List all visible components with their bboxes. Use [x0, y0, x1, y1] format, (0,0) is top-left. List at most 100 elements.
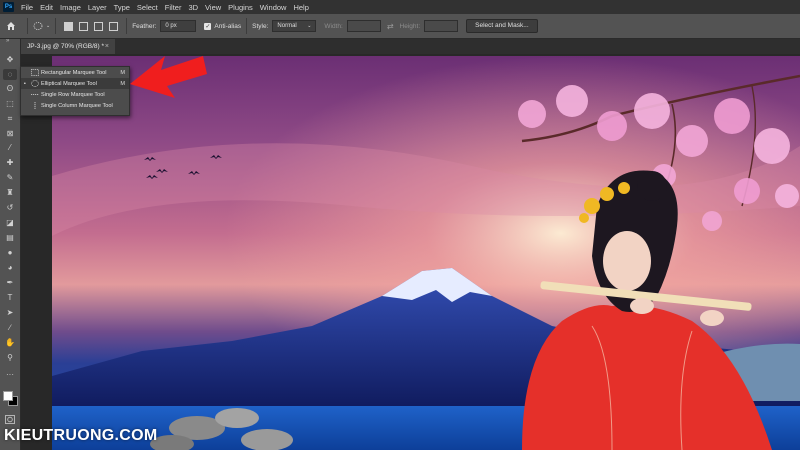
menu-select[interactable]: Select [135, 3, 163, 12]
chevron-down-icon: ⌄ [307, 23, 312, 29]
separator [126, 18, 128, 34]
crop-tool[interactable]: ⌗ [3, 113, 17, 124]
hand-tool[interactable]: ✋ [3, 337, 17, 348]
document-canvas[interactable] [52, 56, 800, 450]
rect-marquee-icon [31, 69, 39, 76]
marquee-tool[interactable]: ◌ [3, 69, 17, 80]
history-brush-tool-icon: ↺ [6, 203, 14, 212]
row-marquee-icon [31, 94, 39, 95]
column-marquee-icon [34, 102, 36, 109]
menu-filter[interactable]: Filter [163, 3, 187, 12]
dodge-tool[interactable]: ◕ [3, 262, 17, 273]
menu-plugins[interactable]: Plugins [226, 3, 258, 12]
history-brush-tool[interactable]: ↺ [3, 202, 17, 213]
zoom-tool[interactable]: ⚲ [3, 352, 17, 363]
separator [27, 18, 28, 34]
document-tab[interactable]: JP-3.jpg @ 70% (RGB/8) * × [21, 39, 115, 54]
menu-layer[interactable]: Layer [86, 3, 112, 12]
marquee-tool-icon: ◌ [7, 70, 13, 79]
flyout-item-label: Single Column Marquee Tool [41, 102, 113, 109]
flyout-item-label: Single Row Marquee Tool [41, 91, 105, 98]
menu-file[interactable]: File [19, 3, 38, 12]
lasso-tool[interactable]: ʘ [3, 83, 17, 94]
marquee-tool-flyout: Rectangular Marquee Tool M • Elliptical … [20, 66, 130, 116]
quick-mask-icon[interactable] [3, 414, 17, 425]
add-to-selection-icon[interactable] [79, 21, 89, 31]
frame-tool-icon: ⊠ [6, 129, 14, 138]
stamp-tool[interactable]: ♜ [3, 187, 17, 198]
brush-tool-icon: ✎ [6, 173, 14, 182]
tool-preset-picker[interactable]: ⌄ [33, 21, 50, 31]
flyout-item-single-row-marquee[interactable]: Single Row Marquee Tool [21, 89, 129, 100]
flyout-item-elliptical-marquee[interactable]: • Elliptical Marquee Tool M [21, 78, 129, 89]
flyout-item-label: Elliptical Marquee Tool [41, 80, 97, 87]
object-select-tool[interactable]: ⬚ [3, 98, 17, 109]
flyout-item-rectangular-marquee[interactable]: Rectangular Marquee Tool M [21, 67, 129, 78]
frame-tool[interactable]: ⊠ [3, 128, 17, 139]
eraser-tool[interactable]: ◪ [3, 217, 17, 228]
brush-tool[interactable]: ✎ [3, 172, 17, 183]
feather-input[interactable]: 0 px [160, 20, 197, 32]
style-select[interactable]: Normal ⌄ [272, 20, 317, 32]
menu-view[interactable]: View [203, 3, 226, 12]
watermark-text: KIEUTRUONG.COM [4, 427, 158, 444]
width-input[interactable] [346, 20, 381, 32]
close-icon[interactable]: × [105, 43, 109, 50]
document-tab-title: JP-3.jpg @ 70% (RGB/8) * [27, 43, 105, 50]
subtract-from-selection-icon[interactable] [94, 21, 104, 31]
height-label: Height: [399, 22, 421, 30]
blur-tool-icon: ● [7, 248, 13, 257]
more-tools-icon: ··· [6, 370, 14, 379]
type-tool-icon: T [7, 293, 13, 302]
zoom-tool-icon: ⚲ [7, 353, 13, 362]
separator [246, 18, 248, 34]
select-and-mask-button[interactable]: Select and Mask... [466, 19, 538, 33]
width-label: Width: [324, 22, 343, 30]
gradient-tool[interactable]: ▤ [3, 232, 17, 243]
new-selection-icon[interactable] [64, 21, 74, 31]
move-tool-icon: ✥ [6, 55, 14, 64]
move-tool[interactable]: ✥ [3, 54, 17, 65]
lasso-tool-icon: ʘ [6, 84, 14, 93]
blur-tool[interactable]: ● [3, 247, 17, 258]
type-tool[interactable]: T [3, 292, 17, 303]
separator [55, 18, 57, 34]
style-label: Style: [252, 22, 269, 30]
menu-bar: Ps File Edit Image Layer Type Select Fil… [0, 0, 800, 14]
line-tool-icon: ∕ [9, 323, 11, 332]
annotation-arrow-icon [130, 56, 207, 98]
menu-type[interactable]: Type [112, 3, 135, 12]
hand-tool-icon: ✋ [5, 338, 15, 347]
feather-label: Feather: [132, 22, 157, 30]
menu-image[interactable]: Image [58, 3, 86, 12]
swap-dimensions-icon[interactable]: ⇄ [387, 22, 394, 31]
more-tools[interactable]: ··· [3, 369, 17, 380]
antialias-label: Anti-alias [214, 22, 242, 30]
path-select-tool-icon: ➤ [6, 308, 14, 317]
path-select-tool[interactable]: ➤ [3, 307, 17, 318]
menu-edit[interactable]: Edit [38, 3, 58, 12]
menu-help[interactable]: Help [291, 3, 313, 12]
flyout-item-single-column-marquee[interactable]: Single Column Marquee Tool [21, 100, 129, 111]
foreground-color-swatch[interactable] [3, 391, 13, 401]
healing-brush-tool[interactable]: ✚ [3, 157, 17, 168]
eraser-tool-icon: ◪ [6, 218, 14, 227]
home-icon[interactable] [0, 21, 22, 31]
gradient-tool-icon: ▤ [6, 233, 14, 242]
dodge-tool-icon: ◕ [7, 263, 13, 272]
photoshop-logo-icon[interactable]: Ps [3, 2, 14, 12]
eyedropper-tool-icon: ⁄ [9, 143, 11, 152]
line-tool[interactable]: ∕ [3, 322, 17, 333]
checkmark-icon: ✓ [204, 22, 212, 30]
pen-tool[interactable]: ✒ [3, 277, 17, 288]
height-input[interactable] [424, 20, 459, 32]
selected-bullet-icon: • [24, 81, 26, 87]
stamp-tool-icon: ♜ [6, 188, 14, 197]
menu-3d[interactable]: 3D [186, 3, 203, 12]
antialias-checkbox[interactable]: ✓ Anti-alias [204, 22, 242, 30]
eyedropper-tool[interactable]: ⁄ [3, 142, 17, 153]
intersect-selection-icon[interactable] [109, 21, 119, 31]
canvas-image [52, 56, 800, 450]
collapse-panel-icon[interactable]: » [6, 38, 9, 44]
menu-window[interactable]: Window [258, 3, 292, 12]
